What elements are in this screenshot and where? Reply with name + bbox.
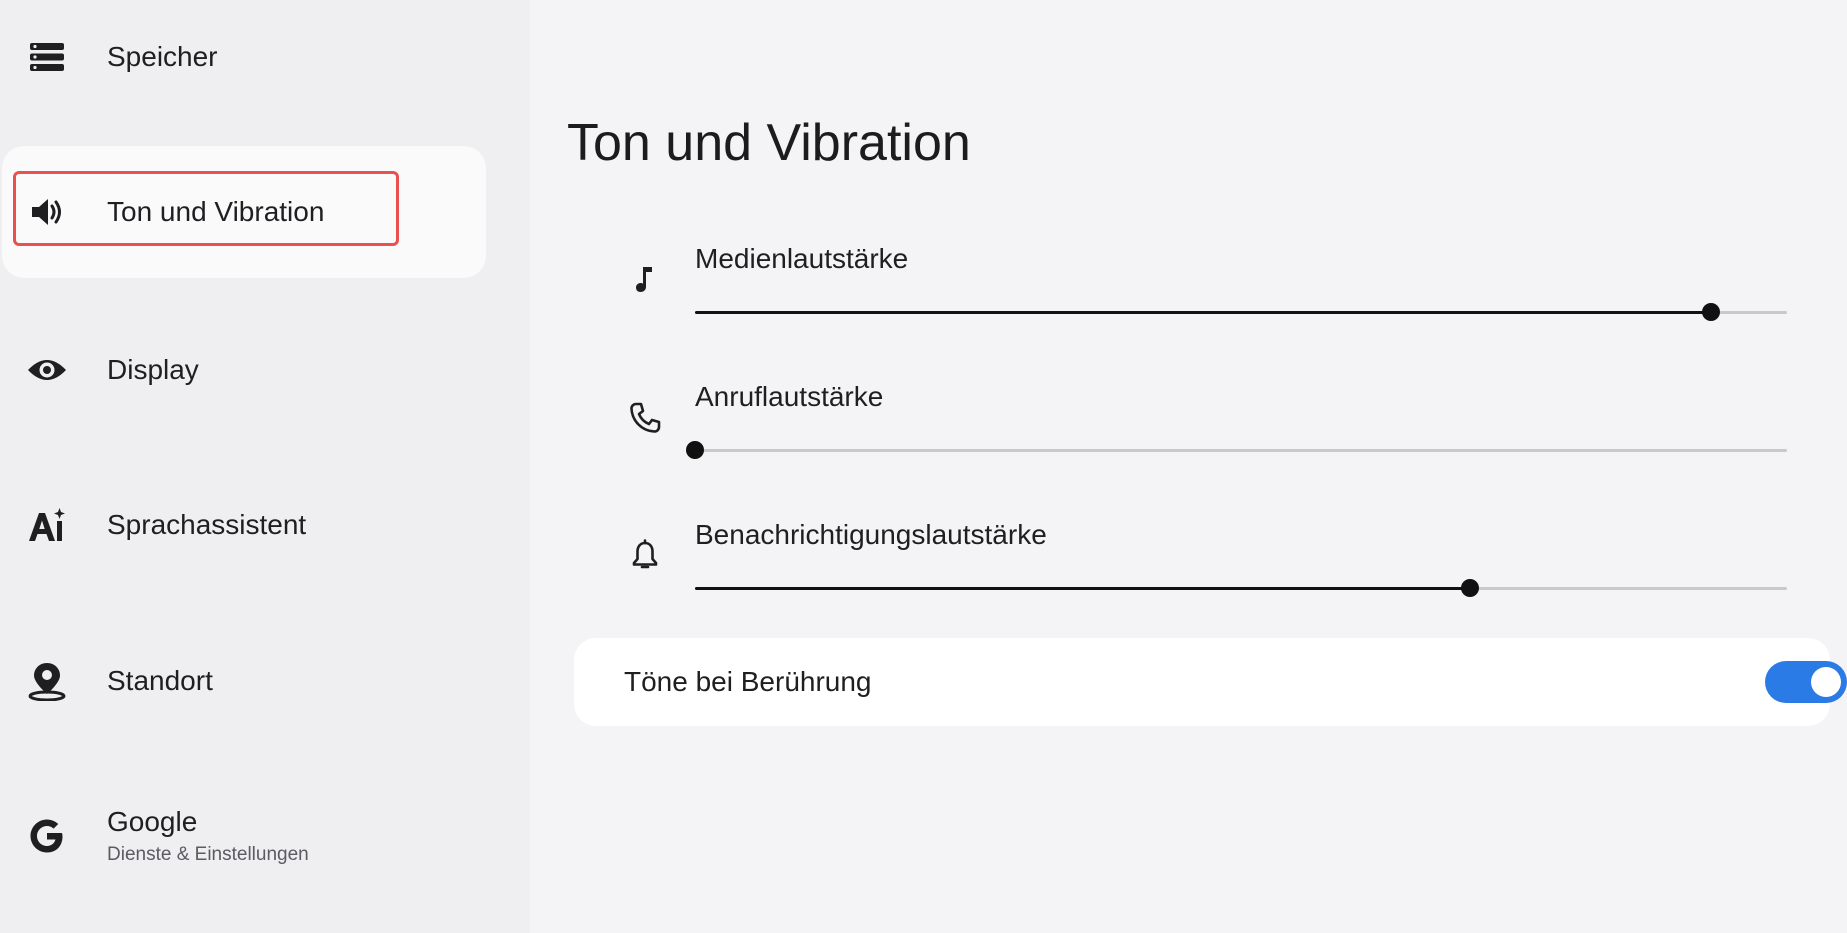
sidebar-item-label: Speicher	[107, 41, 218, 72]
slider-row-notification-volume: Benachrichtigungslautstärke	[530, 516, 1847, 636]
slider-fill	[695, 311, 1711, 314]
slider-label: Anruflautstärke	[695, 381, 884, 412]
sidebar-item-label: Display	[107, 354, 199, 385]
notification-volume-slider[interactable]	[695, 579, 1787, 597]
storage-icon	[24, 34, 70, 80]
sidebar-item-google[interactable]: Google Dienste & Einstellungen	[0, 770, 484, 902]
sidebar-item-label: Google	[107, 806, 198, 837]
slider-row-media-volume: Medienlautstärke	[530, 240, 1847, 360]
bell-icon	[625, 535, 665, 575]
sidebar-item-speicher[interactable]: Speicher	[0, 0, 484, 123]
slider-row-call-volume: Anruflautstärke	[530, 378, 1847, 498]
touch-sounds-setting[interactable]: Töne bei Berührung	[574, 638, 1847, 726]
sidebar-item-label: Sprachassistent	[107, 509, 307, 540]
sound-settings-panel: Ton und Vibration Medienlautstärke Anruf…	[530, 0, 1847, 933]
touch-sounds-label: Töne bei Berührung	[624, 666, 872, 697]
page-title: Ton und Vibration	[567, 114, 971, 172]
slider-thumb[interactable]	[1461, 579, 1480, 597]
call-volume-slider[interactable]	[686, 441, 1787, 459]
sidebar-item-label: Ton und Vibration	[107, 196, 325, 227]
volume-icon	[24, 189, 70, 235]
settings-app: Speicher Ton und Vibration Display Sprac…	[0, 0, 1847, 933]
music-note-icon	[625, 259, 665, 299]
slider-label: Benachrichtigungslautstärke	[695, 519, 1047, 550]
settings-sidebar: Speicher Ton und Vibration Display Sprac…	[0, 0, 530, 933]
sidebar-item-display[interactable]: Display	[0, 304, 484, 436]
slider-fill	[695, 587, 1471, 590]
sidebar-item-label: Standort	[107, 665, 213, 696]
slider-label: Medienlautstärke	[695, 243, 909, 274]
media-volume-slider[interactable]	[695, 303, 1787, 321]
slider-thumb[interactable]	[686, 441, 704, 459]
location-pin-icon	[24, 658, 70, 704]
touch-sounds-toggle[interactable]	[1765, 661, 1847, 703]
google-icon	[24, 813, 70, 859]
sidebar-item-standort[interactable]: Standort	[0, 615, 484, 747]
sidebar-item-sublabel: Dienste & Einstellungen	[107, 844, 309, 865]
eye-icon	[24, 347, 70, 393]
slider-thumb[interactable]	[1701, 303, 1720, 321]
sidebar-item-ton-und-vibration[interactable]: Ton und Vibration	[2, 146, 486, 278]
sidebar-item-sprachassistent[interactable]: Sprachassistent	[0, 459, 484, 591]
ai-assistant-icon	[24, 502, 70, 548]
toggle-knob	[1811, 667, 1841, 697]
phone-icon	[625, 398, 665, 438]
